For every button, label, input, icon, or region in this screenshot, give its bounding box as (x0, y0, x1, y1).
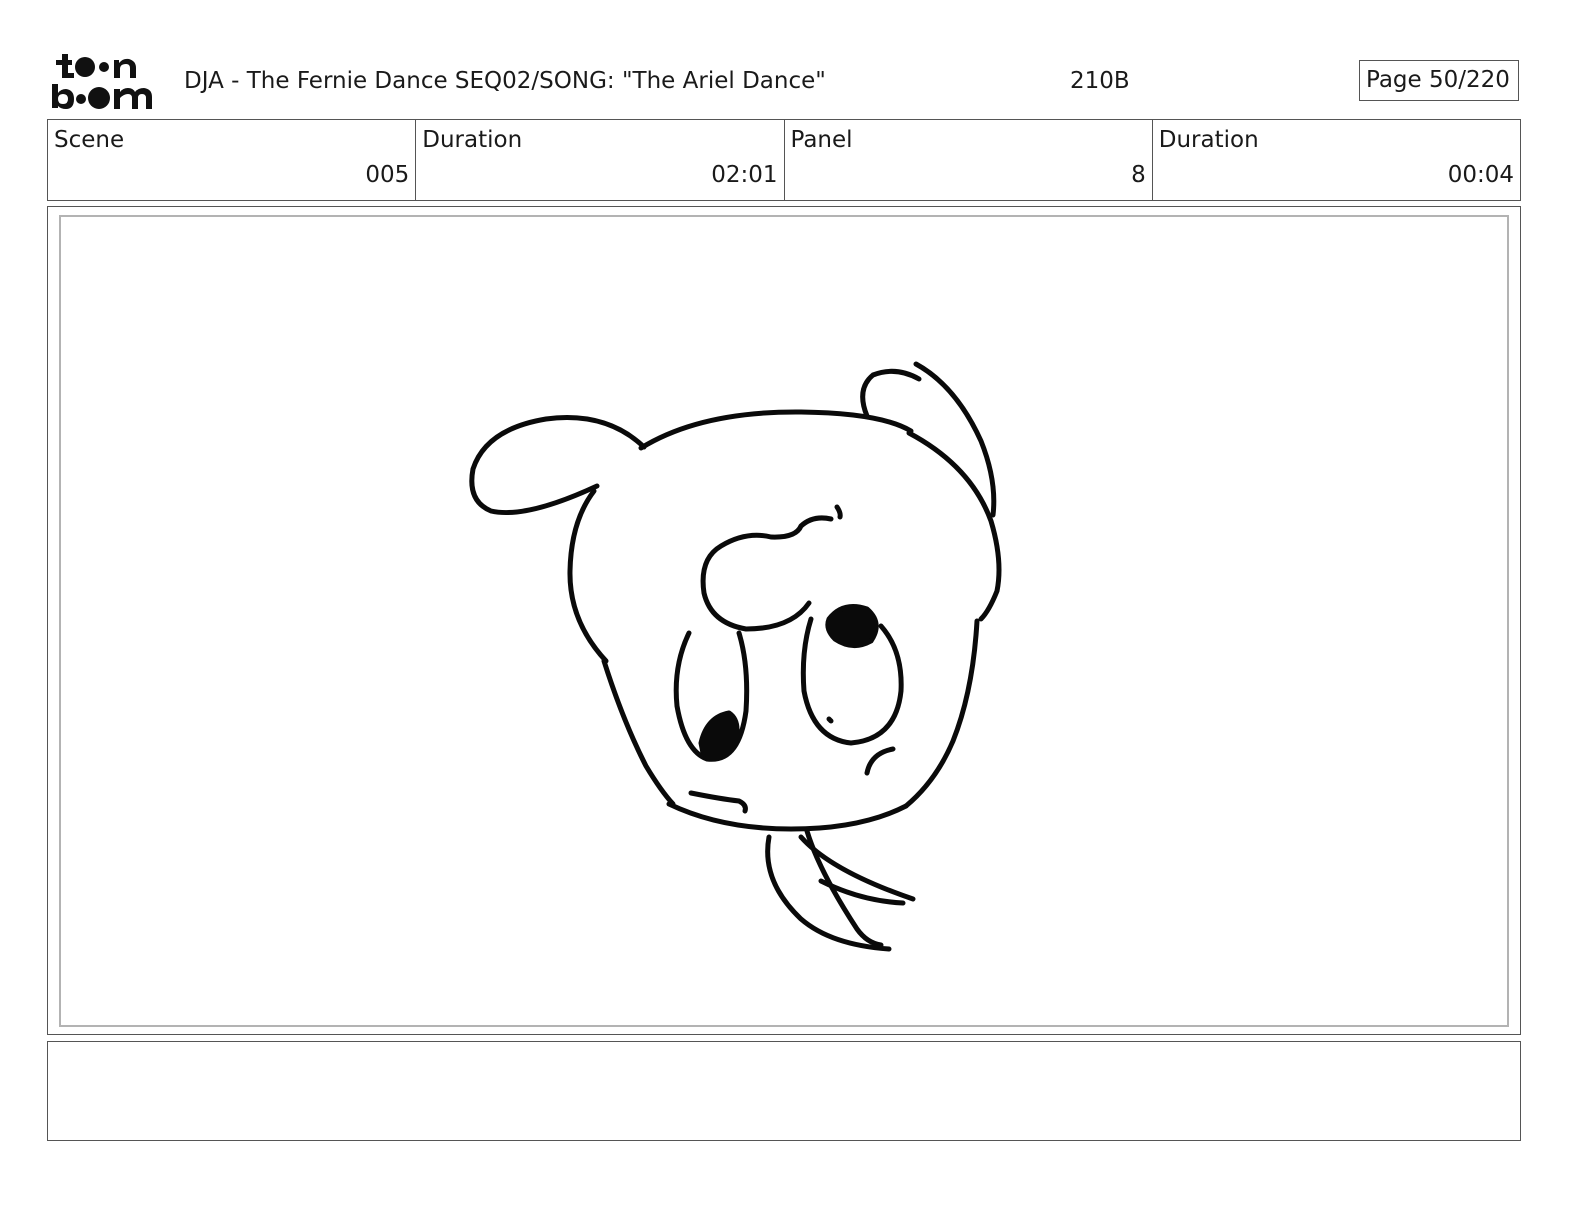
character-sketch (469, 361, 1002, 952)
scene-duration-cell: Duration 02:01 (416, 120, 785, 200)
scene-info-table: Scene 005 Duration 02:01 Panel 8 Duratio… (47, 119, 1521, 201)
panel-duration-value: 00:04 (1447, 162, 1514, 188)
project-title: DJA - The Fernie Dance SEQ02/SONG: "The … (184, 68, 826, 94)
panel-duration-label: Duration (1158, 127, 1259, 153)
scene-cell: Scene 005 (48, 120, 417, 200)
storyboard-panel-frame (47, 206, 1521, 1035)
scene-duration-value: 02:01 (711, 162, 778, 188)
scene-label: Scene (54, 127, 125, 153)
panel-number: 8 (1131, 162, 1146, 188)
panel-code: 210B (1070, 68, 1130, 94)
page-indicator: Page 50/220 (1359, 60, 1519, 101)
scene-duration-label: Duration (422, 127, 523, 153)
panel-duration-cell: Duration 00:04 (1153, 120, 1520, 200)
panel-cell: Panel 8 (785, 120, 1153, 200)
toon-boom-logo (52, 54, 152, 109)
scene-number: 005 (365, 162, 410, 188)
panel-notes-box (47, 1041, 1521, 1141)
drawing-area (59, 215, 1509, 1027)
panel-label: Panel (790, 127, 853, 153)
